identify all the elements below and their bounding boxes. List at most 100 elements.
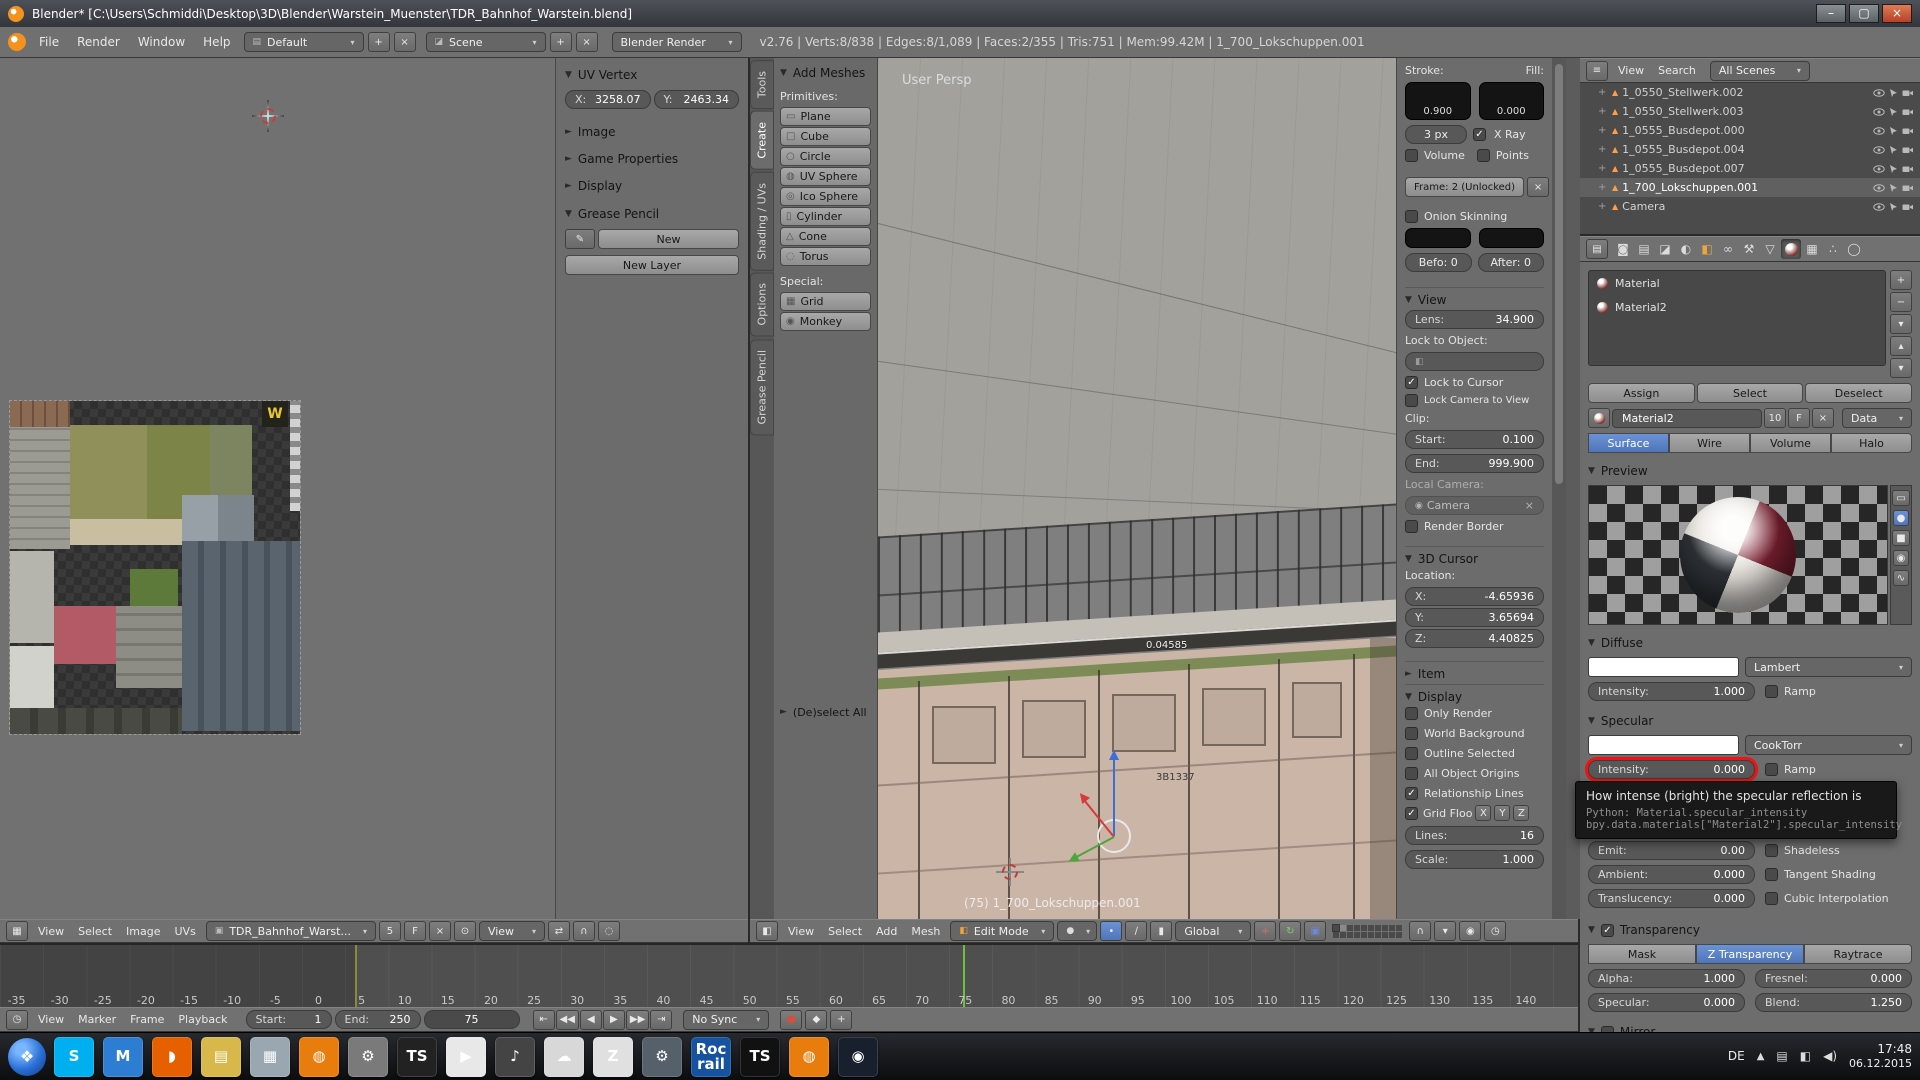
expand-icon[interactable]: +	[1598, 106, 1608, 117]
object-tab-icon[interactable]: ◧	[1697, 239, 1717, 259]
specular-intensity-slider[interactable]: Intensity:0.000	[1588, 760, 1755, 779]
outliner-item[interactable]: + ▲ 1_0555_Busdepot.004	[1580, 140, 1920, 159]
editor-type-icon[interactable]: ≡	[1586, 61, 1608, 81]
delete-scene-button[interactable]: ×	[576, 32, 598, 52]
add-special-button[interactable]: ▦Grid	[780, 292, 871, 311]
tool-tab[interactable]: Create	[750, 111, 774, 170]
diffuse-panel-header[interactable]: ▼Diffuse	[1588, 634, 1912, 652]
item-panel-header[interactable]: ►Item	[1405, 661, 1544, 679]
menu-item[interactable]: Select	[71, 925, 119, 938]
material-slot[interactable]: Material2	[1589, 295, 1885, 319]
menu-item[interactable]: View	[31, 1013, 71, 1026]
maximize-button[interactable]: ▢	[1849, 4, 1879, 23]
tool-tab[interactable]: Shading / UVs	[750, 172, 774, 271]
shadeless-checkbox[interactable]	[1765, 844, 1778, 857]
fake-user-button[interactable]: F	[404, 921, 426, 941]
display-checkbox[interactable]	[1405, 787, 1418, 800]
ambient-slider[interactable]: Ambient:0.000	[1588, 865, 1755, 884]
jump-to-end-button[interactable]: ⇥	[650, 1010, 672, 1030]
tool-tab[interactable]: Options	[750, 272, 774, 336]
uv-vertex-panel-header[interactable]: ▼UV Vertex	[565, 66, 739, 84]
language-indicator[interactable]: DE	[1728, 1049, 1745, 1063]
add-primitive-button[interactable]: △Cone	[780, 227, 871, 246]
editor-type-icon[interactable]: ◧	[756, 921, 778, 941]
outliner-item[interactable]: + ▲ 1_700_Lokschuppen.001	[1580, 178, 1920, 197]
tray-display-icon[interactable]: ▤	[1776, 1049, 1787, 1063]
add-primitive-button[interactable]: ▭Plane	[780, 107, 871, 126]
scene-dropdown[interactable]: ◪Scene	[426, 32, 546, 52]
view3d-scrollbar[interactable]	[1552, 58, 1566, 919]
editor-type-icon[interactable]: ◷	[6, 1010, 28, 1030]
preview-cube-icon[interactable]: ■	[1892, 530, 1909, 546]
unlink-image-button[interactable]: ×	[429, 921, 451, 941]
display-checkbox[interactable]	[1405, 727, 1418, 740]
assign-button[interactable]: Assign	[1588, 383, 1695, 403]
snap-magnet-icon[interactable]: ∩	[1409, 921, 1431, 941]
view-panel-header[interactable]: ▼View	[1405, 287, 1544, 305]
taskbar-icon[interactable]: ⚙	[642, 1037, 682, 1077]
close-button[interactable]: ×	[1882, 4, 1912, 23]
renderability-camera-icon[interactable]	[1902, 89, 1914, 97]
expand-icon[interactable]: +	[1598, 163, 1608, 174]
menu-item[interactable]: View	[31, 925, 71, 938]
onion-after-color[interactable]	[1479, 228, 1545, 248]
uv-canvas[interactable]: W	[0, 58, 557, 919]
menu-item[interactable]: Mesh	[904, 925, 947, 938]
current-frame-field[interactable]: 75	[424, 1010, 520, 1029]
visibility-eye-icon[interactable]	[1873, 108, 1885, 116]
add-primitive-button[interactable]: ◎Ico Sphere	[780, 187, 871, 206]
taskbar-icon[interactable]: ▦	[250, 1037, 290, 1077]
display-checkbox[interactable]	[1405, 747, 1418, 760]
menu-item[interactable]: Playback	[171, 1013, 234, 1026]
specular-shader-dropdown[interactable]: CookTorr	[1745, 735, 1912, 755]
visibility-eye-icon[interactable]	[1873, 165, 1885, 173]
manipulator-translate-icon[interactable]: +	[1254, 921, 1276, 941]
preview-sphere-icon[interactable]: ●	[1893, 510, 1910, 526]
outliner-item[interactable]: + ▲ 1_0555_Busdepot.007	[1580, 159, 1920, 178]
menu-item[interactable]: File	[30, 33, 68, 51]
before-frames-field[interactable]: Befo: 0	[1405, 253, 1472, 272]
add-special-button[interactable]: ◉Monkey	[780, 312, 871, 331]
modifiers-tab-icon[interactable]: ⚒	[1739, 239, 1759, 259]
collapsed-panel-header[interactable]: ►Image	[565, 123, 739, 141]
render-border-checkbox[interactable]	[1405, 520, 1418, 533]
onion-before-color[interactable]	[1405, 228, 1471, 248]
volume-checkbox[interactable]	[1405, 149, 1418, 162]
uv-y-field[interactable]: Y:2463.34	[654, 90, 740, 109]
editor-type-icon[interactable]: ▦	[6, 921, 28, 941]
material-slot[interactable]: Material	[1589, 271, 1885, 295]
grid-z-toggle[interactable]: Z	[1513, 805, 1529, 821]
frame-lock-button[interactable]: Frame: 2 (Unlocked)	[1405, 177, 1524, 197]
tray-network-icon[interactable]: ◧	[1800, 1049, 1811, 1063]
selectability-cursor-icon[interactable]	[1889, 202, 1898, 212]
layers-grid[interactable]	[1333, 925, 1402, 938]
alpha-slider[interactable]: Alpha:1.000	[1588, 969, 1745, 988]
material-name-field[interactable]: Material2	[1612, 409, 1762, 428]
preview-monkey-icon[interactable]: ◉	[1893, 550, 1910, 566]
start-frame-field[interactable]: Start:1	[246, 1010, 332, 1029]
delete-layout-button[interactable]: ×	[394, 32, 416, 52]
taskbar-icon[interactable]: ▶	[446, 1037, 486, 1077]
visibility-eye-icon[interactable]	[1873, 203, 1885, 211]
menu-item[interactable]: Render	[68, 33, 129, 51]
taskbar-icon[interactable]: ☁	[544, 1037, 584, 1077]
add-scene-button[interactable]: +	[550, 32, 572, 52]
add-primitive-button[interactable]: □Cube	[780, 127, 871, 146]
clip-start-field[interactable]: Start:0.100	[1405, 430, 1544, 449]
menu-item[interactable]: Add	[869, 925, 904, 938]
specular-panel-header[interactable]: ▼Specular	[1588, 712, 1912, 730]
material-browse-icon[interactable]	[1588, 408, 1610, 428]
lock-cursor-checkbox[interactable]	[1405, 376, 1418, 389]
specular-ramp-checkbox[interactable]	[1765, 763, 1778, 776]
next-keyframe-button[interactable]: ▶▶	[626, 1010, 649, 1030]
physics-tab-icon[interactable]: ◯	[1844, 239, 1864, 259]
menu-item[interactable]: View	[781, 925, 821, 938]
diffuse-color-swatch[interactable]	[1588, 657, 1739, 677]
pivot-dropdown[interactable]: View	[479, 921, 545, 941]
diffuse-intensity-slider[interactable]: Intensity:1.000	[1588, 682, 1755, 701]
opengl-render-icon[interactable]: ◉	[1459, 921, 1481, 941]
collapsed-panel-header[interactable]: ►Display	[565, 177, 739, 195]
play-reverse-button[interactable]: ◀	[580, 1010, 602, 1030]
sync-selection-icon[interactable]: ⇄	[548, 921, 570, 941]
outliner-item[interactable]: + ▲ 1_0550_Stellwerk.003	[1580, 102, 1920, 121]
